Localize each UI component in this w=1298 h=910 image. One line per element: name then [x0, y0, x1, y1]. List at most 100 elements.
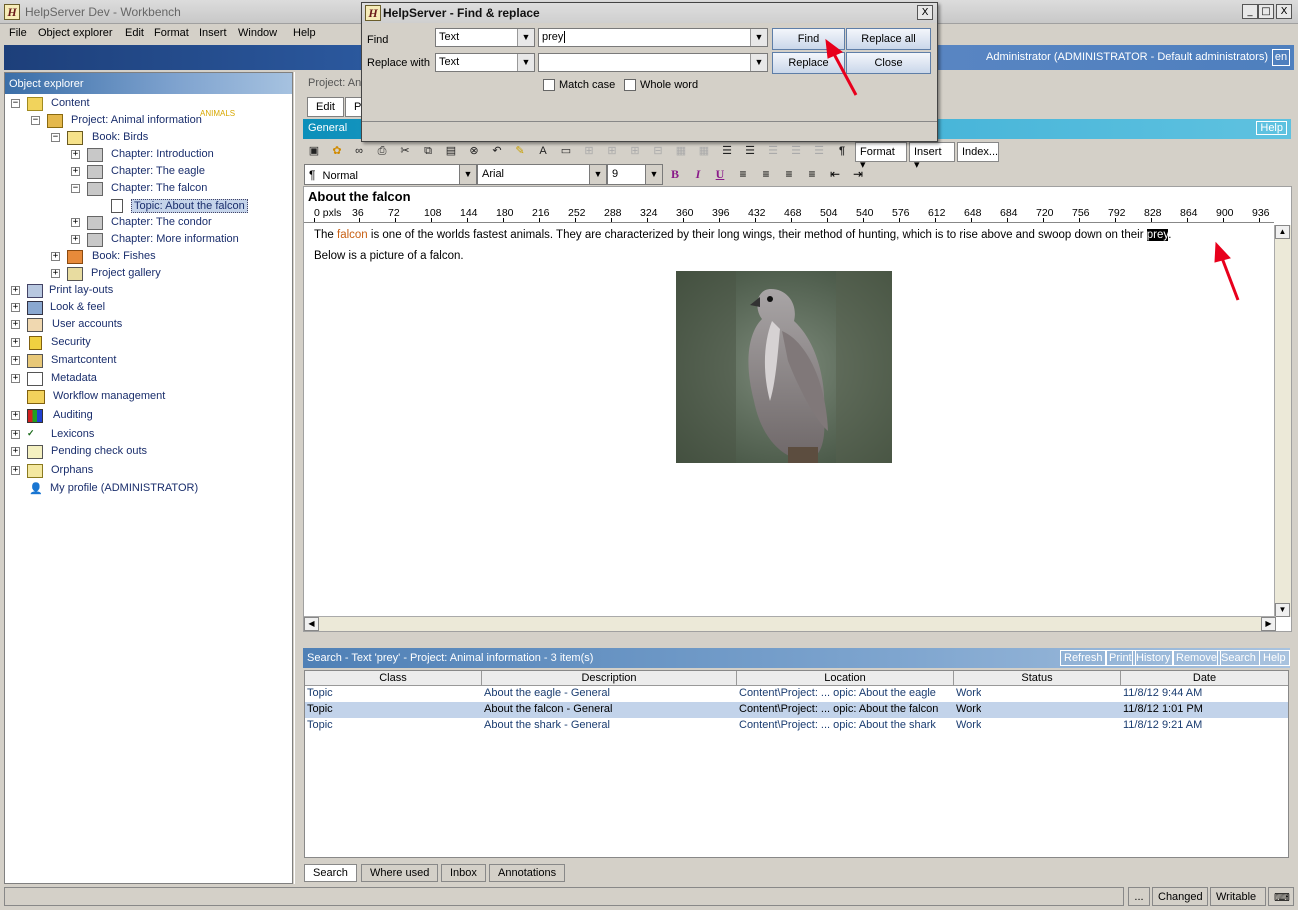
expand-icon[interactable]: +: [71, 218, 80, 227]
expand-icon[interactable]: +: [71, 167, 80, 176]
tree-item-book-birds[interactable]: − Book: Birds: [5, 130, 285, 146]
tab-search[interactable]: Search: [304, 864, 357, 882]
merge-icon[interactable]: ▦: [671, 142, 691, 162]
tree-item-look-feel[interactable]: + Look & feel: [5, 300, 285, 316]
bullet-list-icon[interactable]: ☰: [740, 142, 760, 162]
split-icon[interactable]: ▦: [694, 142, 714, 162]
minimize-button[interactable]: _: [1242, 4, 1258, 19]
menu-insert[interactable]: Insert: [199, 27, 227, 39]
tree-item-lexicons[interactable]: + ✓ Lexicons: [5, 427, 285, 443]
find-type-select[interactable]: Text ▼: [435, 28, 535, 47]
underline-button[interactable]: U: [710, 165, 730, 184]
tree-item-chapter-more[interactable]: + Chapter: More information: [5, 232, 285, 248]
chevron-down-icon[interactable]: ▼: [459, 165, 476, 184]
refresh-button[interactable]: Refresh: [1060, 650, 1107, 666]
tree-item-chapter-falcon[interactable]: − Chapter: The falcon: [5, 181, 285, 197]
column-status[interactable]: Status: [954, 671, 1121, 686]
language-button[interactable]: en: [1272, 49, 1290, 66]
format-menu[interactable]: Format ▾: [855, 142, 907, 171]
insert-menu[interactable]: Insert ▾: [909, 142, 955, 171]
tree-item-my-profile[interactable]: 👤 My profile (ADMINISTRATOR): [5, 481, 285, 497]
highlight-icon[interactable]: ✎: [510, 142, 530, 162]
list-icon[interactable]: ☰: [763, 142, 783, 162]
expand-icon[interactable]: +: [11, 447, 20, 456]
tree-item-security[interactable]: + Security: [5, 335, 285, 351]
paragraph-icon[interactable]: ¶: [832, 142, 852, 162]
tree-item-auditing[interactable]: + Auditing: [5, 408, 285, 424]
style-select[interactable]: ¶ Normal ▼: [304, 164, 477, 185]
close-dialog-button[interactable]: Close: [846, 52, 931, 74]
paste-icon[interactable]: ▤: [441, 142, 461, 162]
tree-item-topic-falcon[interactable]: Topic: About the falcon: [5, 198, 285, 214]
status-more-button[interactable]: ...: [1128, 887, 1150, 906]
undo-icon[interactable]: ↶: [487, 142, 507, 162]
indent-icon[interactable]: ⇥: [848, 165, 868, 184]
tree-item-print-layouts[interactable]: + Print lay-outs: [5, 283, 285, 299]
justify-icon[interactable]: ≡: [802, 165, 822, 184]
menu-file[interactable]: File: [9, 27, 27, 39]
table-row[interactable]: Topic About the shark - General Content\…: [305, 718, 1288, 734]
table-row[interactable]: Topic About the eagle - General Content\…: [305, 686, 1288, 702]
table-row[interactable]: Topic About the falcon - General Content…: [305, 702, 1288, 718]
find-input[interactable]: prey ▼: [538, 28, 768, 47]
tree-item-orphans[interactable]: + Orphans: [5, 463, 285, 479]
collapse-icon[interactable]: −: [31, 116, 40, 125]
menu-edit[interactable]: Edit: [125, 27, 144, 39]
tree-item-book-fishes[interactable]: + Book: Fishes: [5, 249, 285, 265]
find-icon[interactable]: ⊗: [464, 142, 484, 162]
table-insert-icon[interactable]: ⊞: [579, 142, 599, 162]
panel-splitter[interactable]: [294, 72, 300, 884]
column-date[interactable]: Date: [1121, 671, 1288, 686]
menu-object-explorer[interactable]: Object explorer: [38, 27, 113, 39]
bold-button[interactable]: B: [665, 165, 685, 184]
expand-icon[interactable]: +: [11, 303, 20, 312]
search-help-button[interactable]: Help: [1259, 650, 1290, 666]
tree-item-chapter-intro[interactable]: + Chapter: Introduction: [5, 147, 285, 163]
menu-window[interactable]: Window: [238, 27, 277, 39]
vertical-scrollbar[interactable]: ▲ ▼: [1274, 225, 1291, 617]
tab-where-used[interactable]: Where used: [361, 864, 439, 882]
replace-type-select[interactable]: Text ▼: [435, 53, 535, 72]
expand-icon[interactable]: +: [11, 430, 20, 439]
whole-word-checkbox[interactable]: [624, 79, 636, 91]
match-case-checkbox[interactable]: [543, 79, 555, 91]
help-button[interactable]: Help: [1256, 121, 1287, 135]
font-select[interactable]: Arial ▼: [477, 164, 607, 185]
menu-format[interactable]: Format: [154, 27, 189, 39]
expand-icon[interactable]: +: [11, 374, 20, 383]
tree-item-metadata[interactable]: + Metadata: [5, 371, 285, 387]
tree-item-project-gallery[interactable]: + Project gallery: [5, 266, 285, 282]
numbered-list-icon[interactable]: ☰: [717, 142, 737, 162]
scroll-down-icon[interactable]: ▼: [1275, 603, 1290, 617]
column-description[interactable]: Description: [482, 671, 737, 686]
tree-item-user-accounts[interactable]: + User accounts: [5, 317, 285, 333]
cut-icon[interactable]: ✂: [395, 142, 415, 162]
copy-icon[interactable]: ⧉: [418, 142, 438, 162]
chevron-down-icon[interactable]: ▼: [645, 165, 662, 184]
frame-icon[interactable]: ▭: [556, 142, 576, 162]
menu-help[interactable]: Help: [293, 27, 316, 39]
tree-item-workflow[interactable]: Workflow management: [5, 389, 285, 405]
print-icon[interactable]: ⎙: [372, 142, 392, 162]
document-editor[interactable]: About the falcon 0 pxls 36 72 108 144 180 216 2…: [303, 186, 1292, 632]
column-class[interactable]: Class: [305, 671, 482, 686]
scroll-left-icon[interactable]: ◀: [304, 617, 319, 631]
tab-edit[interactable]: Edit: [307, 97, 344, 117]
column-location[interactable]: Location: [737, 671, 954, 686]
tree-item-smartcontent[interactable]: + Smartcontent: [5, 353, 285, 369]
align-left-icon[interactable]: ≡: [733, 165, 753, 184]
paragraph-2[interactable]: Below is a picture of a falcon.: [314, 250, 464, 262]
tree-item-content[interactable]: − Content: [5, 96, 285, 112]
collapse-icon[interactable]: −: [51, 133, 60, 142]
maximize-button[interactable]: □: [1258, 4, 1274, 19]
align-right-icon[interactable]: ≡: [779, 165, 799, 184]
find-button[interactable]: Find: [772, 28, 845, 50]
list-indent-icon[interactable]: ☰: [786, 142, 806, 162]
tab-annotations[interactable]: Annotations: [489, 864, 566, 882]
link-falcon[interactable]: falcon: [337, 229, 368, 241]
preview-icon[interactable]: ∞: [349, 142, 369, 162]
scroll-up-icon[interactable]: ▲: [1275, 225, 1290, 239]
italic-button[interactable]: I: [688, 165, 708, 184]
replace-input[interactable]: ▼: [538, 53, 768, 72]
horizontal-scrollbar[interactable]: ◀ ▶: [304, 616, 1276, 631]
